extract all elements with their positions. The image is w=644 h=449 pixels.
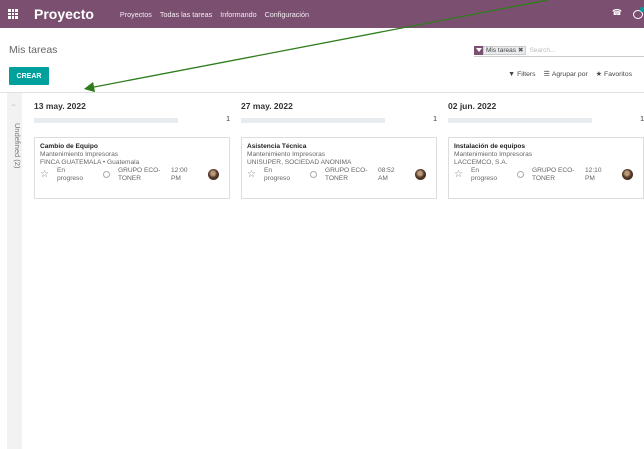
- task-customer: UNISUPER, SOCIEDAD ANONIMA: [247, 158, 352, 166]
- facet-remove-icon[interactable]: ✖: [518, 46, 523, 54]
- card-footer: ☆ En progreso GRUPO ECO-TONER 12:00 PM: [40, 167, 224, 187]
- kanban-column: 02 jun. 2022 1 Instalación de equipos Ma…: [448, 93, 644, 449]
- avatar[interactable]: [415, 169, 426, 180]
- filter-facet-icon: [474, 45, 483, 55]
- task-partner: GRUPO ECO-TONER: [325, 167, 368, 182]
- apps-menu-icon[interactable]: [0, 0, 26, 28]
- menu-item-configuracion[interactable]: Configuración: [265, 10, 309, 19]
- column-progress-bar: [448, 118, 592, 123]
- task-customer: FINCA GUATEMALA • Guatemala: [40, 158, 140, 166]
- search-facet-label: Mis tareas: [486, 46, 516, 54]
- task-time: 08:52 AM: [378, 167, 395, 182]
- menu-item-informando[interactable]: Informando: [220, 10, 256, 19]
- control-panel: Mis tareas CREAR Mis tareas ✖ ▼ Filters …: [0, 28, 644, 93]
- star-icon[interactable]: ☆: [40, 170, 49, 180]
- task-card[interactable]: Cambio de Equipo Mantenimiento Impresora…: [34, 137, 230, 199]
- create-button[interactable]: CREAR: [9, 67, 49, 85]
- search-facet: Mis tareas ✖: [483, 45, 527, 55]
- column-count: 1: [226, 116, 230, 123]
- kanban-column: 13 may. 2022 1 Cambio de Equipo Mantenim…: [34, 93, 230, 449]
- chat-icon[interactable]: [632, 7, 644, 20]
- task-customer: LACCEMCO, S.A.: [454, 158, 508, 166]
- column-progress-bar: [241, 118, 385, 123]
- avatar[interactable]: [622, 169, 633, 180]
- filter-icon: ▼: [508, 70, 516, 78]
- card-footer: ☆ En progreso GRUPO ECO-TONER 12:10 PM: [454, 167, 638, 187]
- card-footer: ☆ En progreso GRUPO ECO-TONER 08:52 AM: [247, 167, 431, 187]
- task-title: Instalación de equipos: [454, 143, 526, 150]
- app-brand[interactable]: Proyecto: [34, 6, 94, 22]
- search-options: ▼ Filters ☰ Agrupar por ★ Favoritos: [500, 70, 632, 79]
- ellipsis-icon[interactable]: ···: [11, 102, 16, 109]
- task-partner: GRUPO ECO-TONER: [532, 167, 575, 182]
- folded-column-label: Undefined (2): [13, 123, 22, 169]
- column-progress-bar: [34, 118, 178, 123]
- task-stage: En progreso: [471, 167, 498, 182]
- task-time: 12:10 PM: [585, 167, 602, 182]
- menu-item-todas-las-tareas[interactable]: Todas las tareas: [160, 10, 212, 19]
- group-by-button[interactable]: ☰ Agrupar por: [543, 70, 588, 79]
- task-card[interactable]: Asistencia Técnica Mantenimiento Impreso…: [241, 137, 437, 199]
- clock-icon[interactable]: [517, 171, 524, 178]
- filters-button[interactable]: ▼ Filters: [508, 71, 535, 78]
- task-time: 12:00 PM: [171, 167, 188, 182]
- task-project: Mantenimiento Impresoras: [40, 151, 119, 158]
- search-box: Mis tareas ✖: [474, 44, 644, 57]
- column-count: 1: [433, 116, 437, 123]
- task-project: Mantenimiento Impresoras: [247, 151, 326, 158]
- favorites-label: Favoritos: [604, 70, 632, 78]
- group-by-label: Agrupar por: [551, 70, 588, 78]
- task-stage: En progreso: [57, 167, 84, 182]
- task-card[interactable]: Instalación de equipos Mantenimiento Imp…: [448, 137, 644, 199]
- favorites-button[interactable]: ★ Favoritos: [595, 70, 632, 79]
- star-icon: ★: [595, 71, 603, 78]
- kanban-column: 27 may. 2022 1 Asistencia Técnica Manten…: [241, 93, 437, 449]
- clock-icon[interactable]: [310, 171, 317, 178]
- clock-icon[interactable]: [103, 171, 110, 178]
- column-title[interactable]: 27 may. 2022: [241, 101, 293, 111]
- phone-icon[interactable]: [612, 8, 622, 19]
- folded-column[interactable]: ··· Undefined (2): [7, 93, 22, 449]
- breadcrumb: Mis tareas: [9, 44, 58, 56]
- column-title[interactable]: 13 may. 2022: [34, 101, 86, 111]
- menu-item-proyectos[interactable]: Proyectos: [120, 10, 152, 19]
- star-icon[interactable]: ☆: [454, 170, 463, 180]
- navbar-systray: [612, 0, 644, 28]
- kanban-view: ··· Undefined (2) 13 may. 2022 1 Cambio …: [0, 93, 644, 449]
- star-icon[interactable]: ☆: [247, 170, 256, 180]
- task-stage: En progreso: [264, 167, 291, 182]
- task-project: Mantenimiento Impresoras: [454, 151, 533, 158]
- search-input[interactable]: [529, 46, 610, 54]
- column-title[interactable]: 02 jun. 2022: [448, 101, 496, 111]
- filters-label: Filters: [517, 70, 536, 78]
- top-navbar: Proyecto Proyectos Todas las tareas Info…: [0, 0, 644, 28]
- task-title: Cambio de Equipo: [40, 143, 98, 150]
- group-by-icon: ☰: [543, 71, 550, 78]
- avatar[interactable]: [208, 169, 219, 180]
- task-partner: GRUPO ECO-TONER: [118, 167, 161, 182]
- column-count: 1: [640, 116, 644, 123]
- task-title: Asistencia Técnica: [247, 143, 307, 150]
